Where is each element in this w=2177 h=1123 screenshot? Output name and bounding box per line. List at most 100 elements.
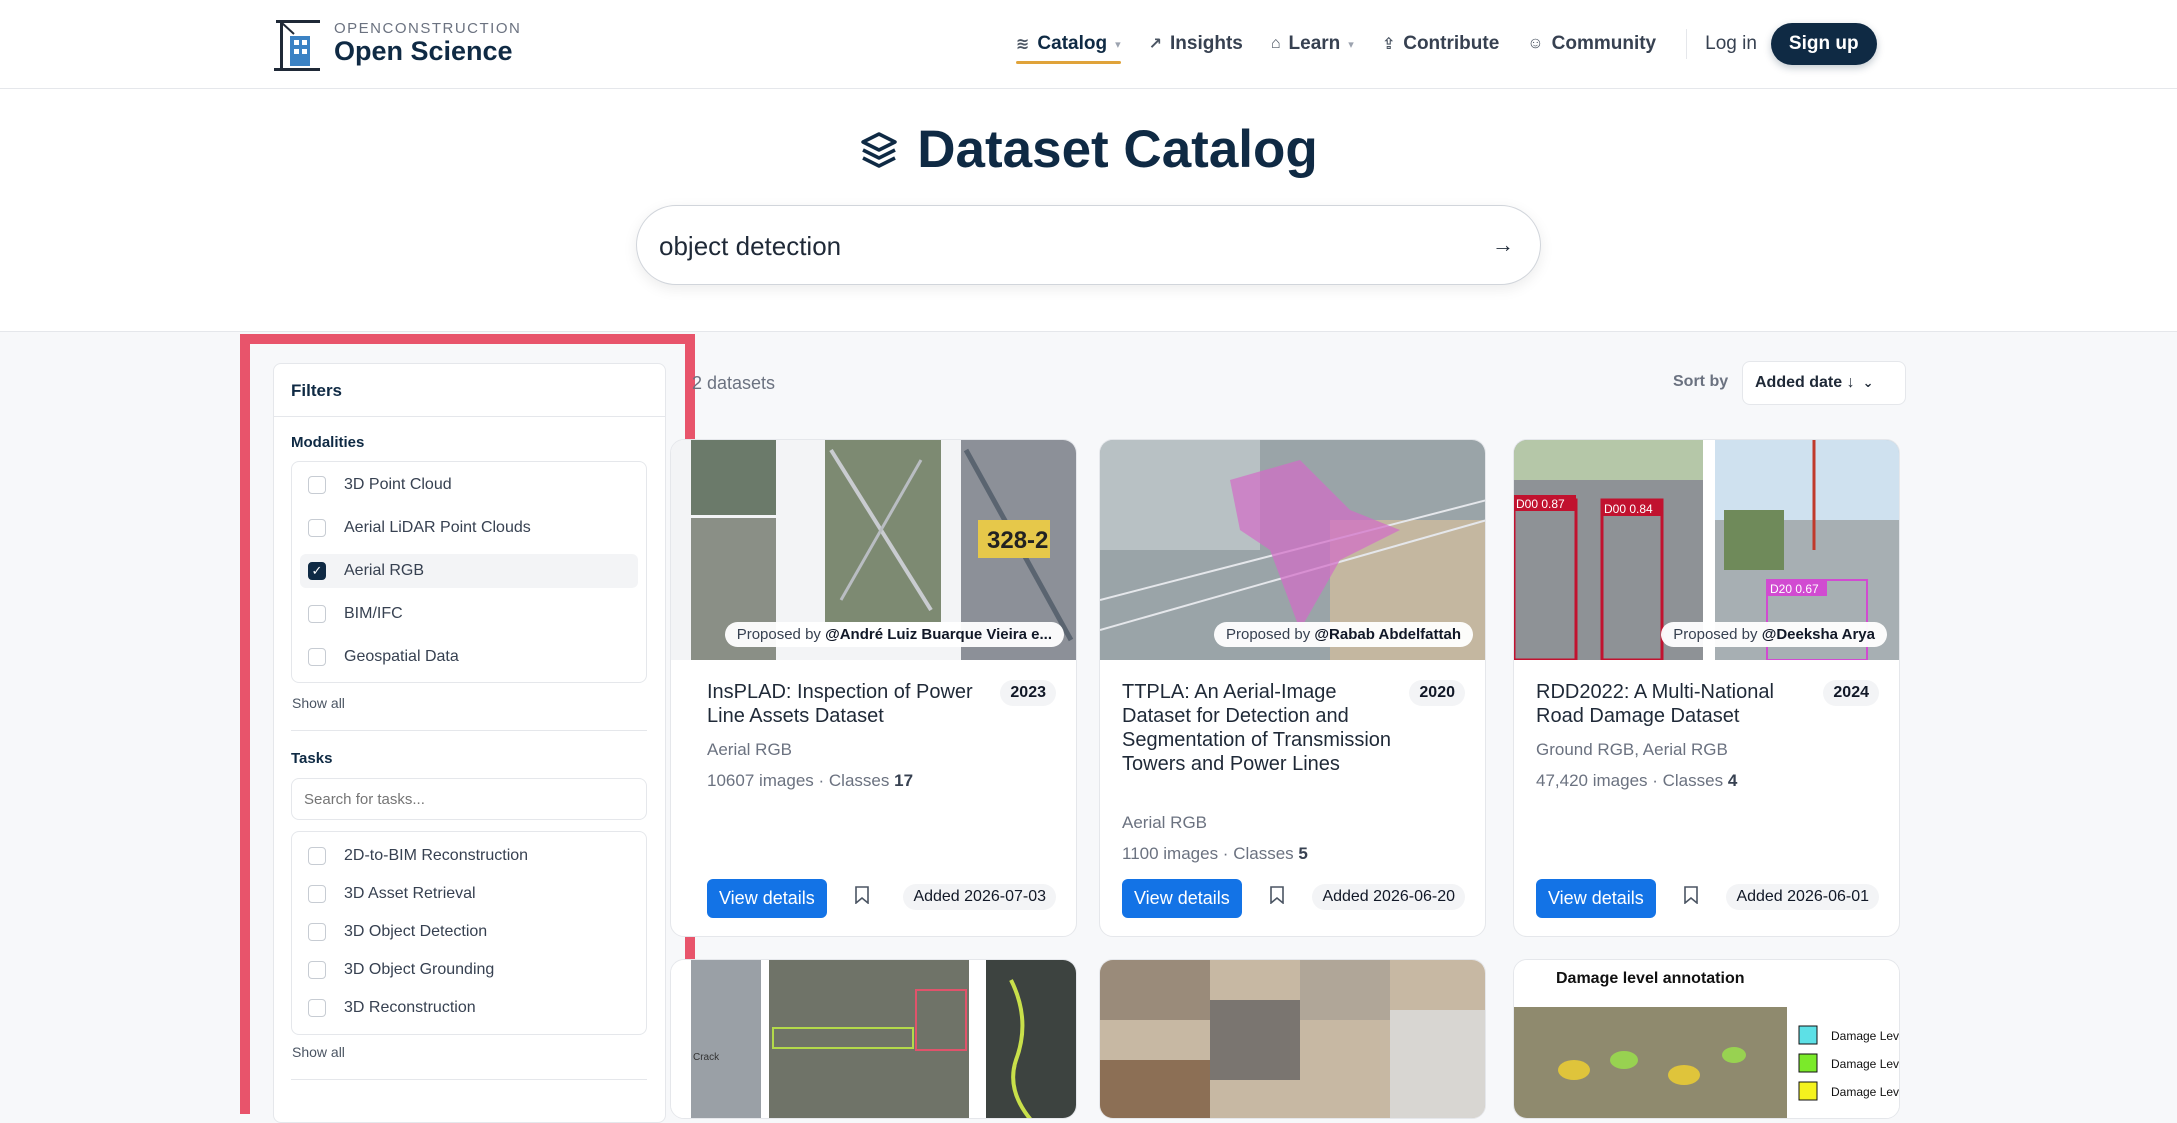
checkbox[interactable] [308, 648, 326, 666]
dataset-title[interactable]: InsPLAD: Inspection of Power Line Assets… [707, 680, 987, 728]
checkbox-checked[interactable]: ✓ [308, 562, 326, 580]
dataset-title[interactable]: RDD2022: A Multi-National Road Damage Da… [1536, 680, 1816, 728]
class-count: 4 [1727, 771, 1738, 790]
search-input[interactable] [659, 224, 1459, 268]
dataset-modalities: Aerial RGB [1122, 813, 1208, 832]
tasks-title: Tasks [291, 750, 333, 767]
nav-contribute[interactable]: ⇪ Contribute [1382, 26, 1499, 62]
divider [291, 1079, 647, 1080]
modality-label: 3D Point Cloud [344, 476, 452, 493]
sort-label: Sort by [1673, 373, 1729, 390]
modality-label: Aerial LiDAR Point Clouds [344, 519, 531, 536]
detection-tag: D00 0.87 [1516, 497, 1565, 511]
task-label: 2D-to-BIM Reconstruction [344, 847, 529, 864]
class-count: 5 [1298, 844, 1308, 863]
checkbox[interactable] [308, 476, 326, 494]
graduation-cap-icon: ⌂ [1270, 35, 1281, 52]
checkbox[interactable] [308, 605, 326, 623]
dataset-card: Proposed by @Rabab Abdelfattah TTPLA: An… [1099, 439, 1486, 937]
nav-learn-label: Learn [1288, 33, 1341, 54]
nav-catalog-label: Catalog [1037, 33, 1108, 54]
nav-community[interactable]: ☺ Community [1527, 26, 1656, 62]
view-details-button[interactable]: View details [1536, 879, 1656, 918]
modality-option[interactable]: Aerial LiDAR Point Clouds [300, 511, 638, 545]
nav-community-label: Community [1551, 33, 1657, 54]
dataset-card: Damage level annotation Damage Leve Dama… [1513, 959, 1900, 1119]
task-label: 3D Reconstruction [344, 999, 476, 1016]
modality-option[interactable]: ✓ Aerial RGB [300, 554, 638, 588]
legend-label: Damage Leve [1831, 1029, 1900, 1043]
dataset-card: Crack [670, 959, 1077, 1119]
checkbox[interactable] [308, 999, 326, 1017]
results-count: 2 datasets [692, 373, 776, 393]
checkbox[interactable] [308, 923, 326, 941]
main-nav: ≋ Catalog ▾ ↗ Insights ⌂ Learn ▾ ⇪ Contr… [1016, 23, 1877, 65]
added-date: Added 2026-07-03 [903, 884, 1056, 910]
nav-contribute-label: Contribute [1403, 33, 1500, 54]
modality-option[interactable]: BIM/IFC [300, 597, 638, 631]
nav-catalog[interactable]: ≋ Catalog ▾ [1016, 26, 1121, 64]
signup-button[interactable]: Sign up [1770, 23, 1877, 65]
arrow-right-icon[interactable]: → [1492, 232, 1514, 258]
proposer-name: @Deeksha Arya [1761, 626, 1875, 643]
bookmark-icon[interactable] [1270, 886, 1284, 904]
image-crack-label: Crack [693, 1052, 720, 1063]
checkbox[interactable] [308, 885, 326, 903]
nav-insights[interactable]: ↗ Insights [1149, 26, 1243, 62]
annotation-title: Damage level annotation [1556, 970, 1745, 987]
filters-title: Filters [291, 381, 343, 400]
view-details-button[interactable]: View details [1122, 879, 1242, 918]
bookmark-icon[interactable] [1684, 886, 1698, 904]
dataset-modalities: Ground RGB, Aerial RGB [1536, 740, 1728, 759]
proposed-by-badge[interactable]: Proposed by @André Luiz Buarque Vieira e… [724, 622, 1064, 647]
chevron-down-icon: ⌄ [1862, 375, 1874, 390]
sort-select[interactable]: Added date ↓ ⌄ [1742, 361, 1906, 405]
tasks-list: 2D-to-BIM Reconstruction 3D Asset Retrie… [291, 831, 647, 1035]
legend-label: Damage Leve [1831, 1085, 1900, 1099]
tasks-show-all[interactable]: Show all [292, 1044, 345, 1060]
task-label: 3D Object Detection [344, 923, 488, 940]
added-date: Added 2026-06-20 [1312, 884, 1465, 910]
modalities-show-all[interactable]: Show all [292, 695, 345, 711]
checkbox[interactable] [308, 847, 326, 865]
view-details-button[interactable]: View details [707, 879, 827, 918]
nav-learn[interactable]: ⌂ Learn ▾ [1271, 26, 1354, 62]
task-option[interactable]: 2D-to-BIM Reconstruction [300, 839, 638, 873]
brand-logo[interactable]: OPENCONSTRUCTION Open Science [272, 14, 521, 72]
task-option[interactable]: 3D Object Detection [300, 915, 638, 949]
proposer-name: @André Luiz Buarque Vieira e... [825, 626, 1052, 643]
nav-divider [1686, 29, 1688, 59]
bookmark-icon[interactable] [855, 886, 869, 904]
user-icon: ☺ [1527, 35, 1544, 52]
proposed-by-badge[interactable]: Proposed by @Deeksha Arya [1661, 622, 1887, 647]
login-link[interactable]: Log in [1705, 33, 1757, 55]
proposed-by-badge[interactable]: Proposed by @Rabab Abdelfattah [1214, 622, 1473, 647]
image-sign-label: 328-2 [987, 527, 1048, 554]
image-count: 47,420 images · Classes [1536, 771, 1724, 790]
crane-logo-icon [274, 20, 320, 71]
modality-option[interactable]: Geospatial Data [300, 640, 638, 674]
modalities-list: 3D Point Cloud Aerial LiDAR Point Clouds… [291, 461, 647, 683]
sort-value: Added date ↓ [1755, 374, 1855, 391]
task-option[interactable]: 3D Object Grounding [300, 953, 638, 987]
upload-icon: ⇪ [1381, 36, 1396, 53]
page-title: Dataset Catalog [0, 119, 2177, 180]
chevron-down-icon: ▾ [1348, 38, 1354, 51]
thumbnail-image: Damage level annotation Damage Leve Dama… [1514, 960, 1900, 1118]
image-count: 1100 images · Classes [1122, 844, 1294, 863]
task-label: 3D Object Grounding [344, 961, 495, 978]
dataset-title[interactable]: TTPLA: An Aerial-Image Dataset for Detec… [1122, 680, 1402, 776]
checkbox[interactable] [308, 961, 326, 979]
chart-icon: ↗ [1148, 36, 1163, 53]
dataset-stats: 47,420 images · Classes 4 [1536, 771, 1737, 791]
task-option[interactable]: 3D Reconstruction [300, 991, 638, 1025]
page-title-text: Dataset Catalog [917, 120, 1318, 179]
dataset-card: D00 0.87 D00 0.84 D20 0.67 Proposed by @… [1513, 439, 1900, 937]
layers-icon: ≋ [1016, 36, 1030, 53]
task-search-input[interactable] [291, 778, 647, 820]
thumbnail-image [1100, 960, 1485, 1118]
checkbox[interactable] [308, 519, 326, 537]
task-option[interactable]: 3D Asset Retrieval [300, 877, 638, 911]
modality-option[interactable]: 3D Point Cloud [300, 468, 638, 502]
legend-label: Damage Leve [1831, 1057, 1900, 1071]
